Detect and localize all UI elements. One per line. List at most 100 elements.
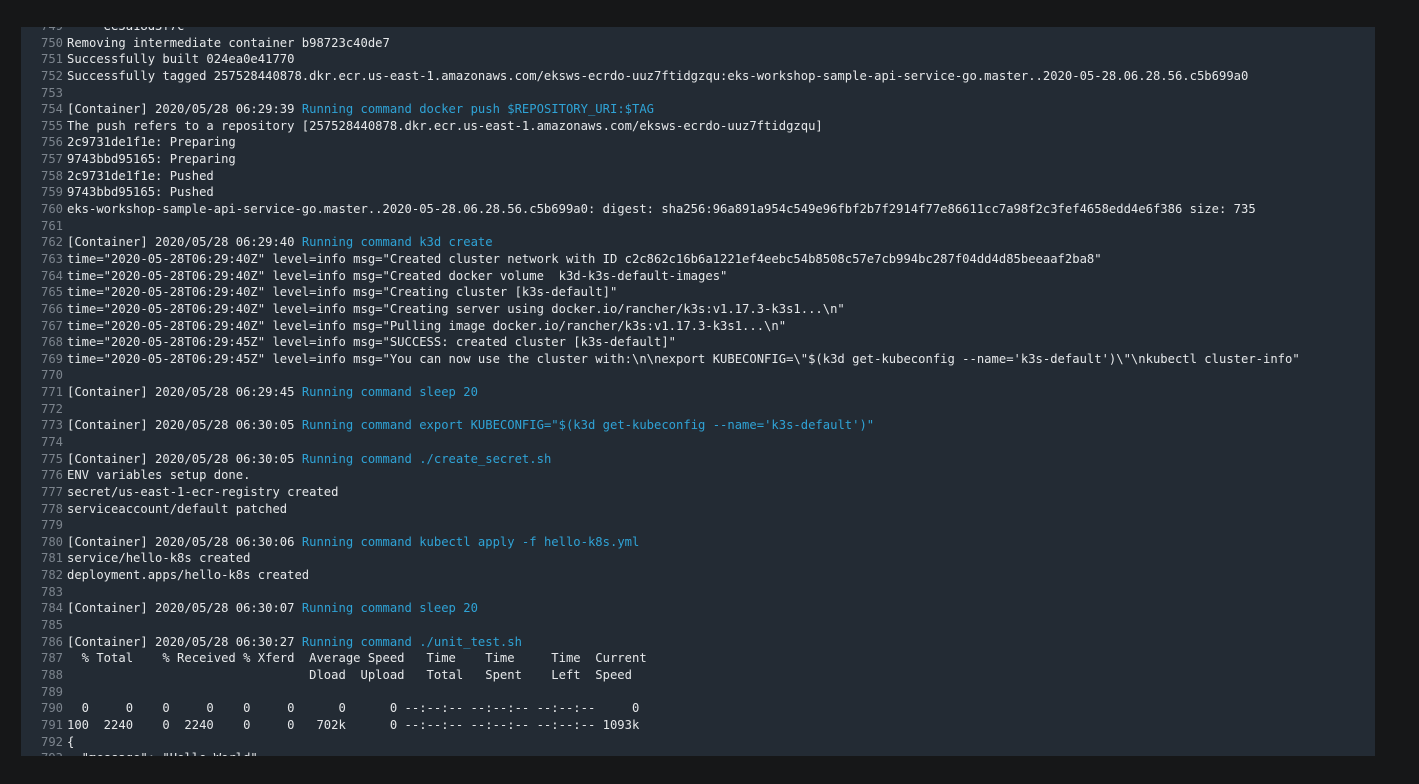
line-number: 771 [40,385,63,400]
log-text: 100 2240 0 2240 0 0 702k 0 --:--:-- --:-… [67,717,640,732]
log-line: 793 "message": "Hello World" [39,750,258,756]
log-line: 759 9743bbd95165: Pushed [39,184,214,201]
line-number: 765 [40,285,63,300]
log-line: 769 time="2020-05-28T06:29:45Z" level=inf… [39,351,1300,368]
log-text: 2c9731de1f1e: Pushed [67,168,214,183]
log-line: 787 % Total % Received % Xferd Average S… [39,650,647,667]
line-number: 753 [40,85,63,100]
log-text: service/hello-k8s created [67,551,251,566]
log-line: 750 Removing intermediate container b9872… [39,35,390,52]
log-line: 783 [39,584,67,601]
log-line: 791 100 2240 0 2240 0 0 702k 0 --:--:-- -… [39,717,639,734]
log-text: 2c9731de1f1e: Preparing [67,135,236,150]
line-number: 774 [40,435,63,449]
log-text: 9743bbd95165: Pushed [67,185,214,200]
log-text: eks-workshop-sample-api-service-go.maste… [67,202,1256,217]
log-line: 776 ENV variables setup done. [39,467,250,484]
log-line: 749 " ee3a18d3f7c [39,27,184,35]
log-text: ENV variables setup done. [67,468,251,483]
log-line: 782 deployment.apps/hello-k8s created [39,567,309,584]
log-line: 760 eks-workshop-sample-api-service-go.ma… [39,201,1256,218]
log-line: 752 Successfully tagged 257528440878.dkr.… [39,68,1248,85]
line-number: 782 [40,568,63,583]
line-number: 778 [40,501,63,516]
log-line: 765 time="2020-05-28T06:29:40Z" level=inf… [39,284,617,301]
container-timestamp: [Container] 2020/05/28 06:30:05 [67,451,302,466]
log-line: 786 [Container] 2020/05/28 06:30:27 Runni… [39,634,522,651]
log-text: time="2020-05-28T06:29:45Z" level=info m… [67,351,1300,366]
line-number: 772 [40,401,63,416]
log-line: 762 [Container] 2020/05/28 06:29:40 Runni… [39,234,493,251]
log-text: Successfully tagged 257528440878.dkr.ecr… [67,68,1249,83]
line-number: 751 [40,52,63,67]
log-text: % Total % Received % Xferd Average Speed… [67,651,647,666]
line-number: 767 [40,318,63,333]
log-line: 756 2c9731de1f1e: Preparing [39,134,236,151]
line-number: 784 [40,601,63,616]
line-number: 779 [40,518,63,533]
line-number: 762 [40,235,63,250]
running-command: Running command docker push $REPOSITORY_… [301,102,655,117]
line-number: 791 [40,717,63,732]
line-number: 761 [40,218,63,233]
line-number: 754 [40,102,63,117]
line-number: 750 [40,35,63,50]
running-command: Running command export KUBECONFIG="$(k3d… [301,418,875,433]
log-line: 755 The push refers to a repository [2575… [39,118,823,135]
log-line: 758 2c9731de1f1e: Pushed [39,168,214,185]
log-line: 775 [Container] 2020/05/28 06:30:05 Runni… [39,451,551,468]
build-log-panel[interactable]: 749 " ee3a18d3f7c750Removing intermediat… [21,27,1375,756]
line-number: 763 [40,251,63,266]
line-number: 789 [40,684,63,699]
line-number: 768 [40,335,63,350]
running-command: Running command ./unit_test.sh [301,634,522,649]
line-number: 788 [40,667,63,682]
container-timestamp: [Container] 2020/05/28 06:29:45 [67,385,302,400]
log-text: { [67,734,75,749]
line-number: 749 [39,27,63,35]
log-text: deployment.apps/hello-k8s created [67,568,310,583]
container-timestamp: [Container] 2020/05/28 06:30:07 [67,601,302,616]
log-text: secret/us-east-1-ecr-registry created [67,484,339,499]
line-number: 764 [40,268,63,283]
log-text: time="2020-05-28T06:29:40Z" level=info m… [67,318,787,333]
line-number: 759 [40,185,63,200]
line-number: 792 [40,734,63,749]
log-line: 790 0 0 0 0 0 0 0 0 --:--:-- --:--:-- --… [39,700,639,717]
container-timestamp: [Container] 2020/05/28 06:29:40 [67,235,302,250]
line-number: 773 [40,418,63,433]
log-text: The push refers to a repository [2575284… [67,118,823,133]
log-text: "message": "Hello World" [67,751,258,756]
log-text: 9743bbd95165: Preparing [67,152,236,167]
line-number: 760 [40,202,63,217]
log-line: 784 [Container] 2020/05/28 06:30:07 Runni… [39,600,478,617]
container-timestamp: [Container] 2020/05/28 06:30:05 [67,418,302,433]
log-text: " ee3a18d3f7c [67,27,185,33]
log-text: Dload Upload Total Spent Left Speed [67,667,632,682]
log-line: 785 [39,617,67,634]
log-line: 767 time="2020-05-28T06:29:40Z" level=inf… [39,318,786,335]
log-text: 0 0 0 0 0 0 0 0 --:--:-- --:--:-- --:--:… [67,701,640,716]
line-number: 757 [40,152,63,167]
log-line: 778 serviceaccount/default patched [39,501,287,518]
log-line: 792 { [39,734,74,751]
log-line: 789 [39,684,67,701]
line-number: 752 [40,68,63,83]
log-line: 764 time="2020-05-28T06:29:40Z" level=inf… [39,268,727,285]
log-line: 788 Dload Upload Total Spent Left Speed [39,667,632,684]
line-number: 790 [40,701,63,716]
container-timestamp: [Container] 2020/05/28 06:30:06 [67,534,302,549]
log-line: 773 [Container] 2020/05/28 06:30:05 Runni… [39,417,874,434]
running-command: Running command sleep 20 [301,601,478,616]
running-command: Running command k3d create [301,235,493,250]
log-line: 768 time="2020-05-28T06:29:45Z" level=inf… [39,334,676,351]
log-line: 751 Successfully built 024ea0e41770 [39,51,294,68]
line-number: 758 [40,168,63,183]
log-text: Successfully built 024ea0e41770 [67,52,295,67]
log-line: 754 [Container] 2020/05/28 06:29:39 Runni… [39,101,654,118]
log-line: 771 [Container] 2020/05/28 06:29:45 Runni… [39,384,478,401]
line-number: 780 [40,534,63,549]
line-number: 787 [40,651,63,666]
log-line: 781 service/hello-k8s created [39,550,250,567]
log-text: time="2020-05-28T06:29:45Z" level=info m… [67,335,677,350]
